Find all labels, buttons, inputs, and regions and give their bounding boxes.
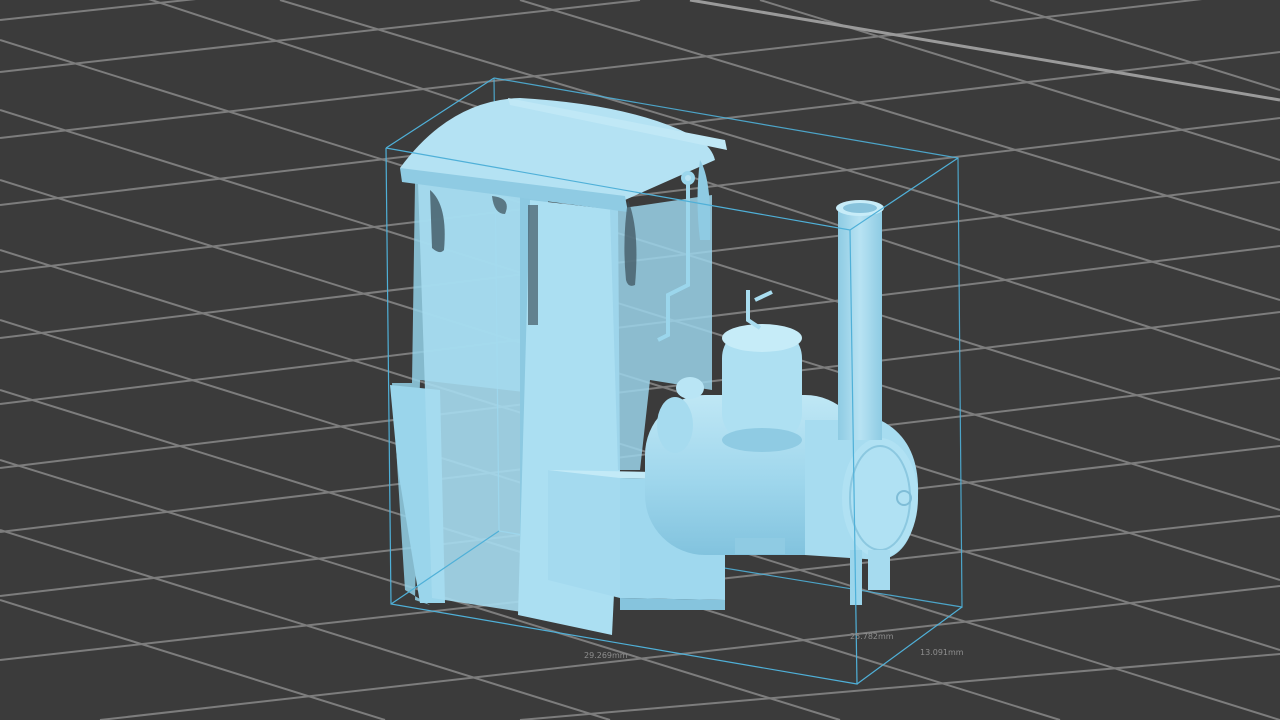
buffer-beam (548, 470, 620, 598)
chimney (838, 208, 882, 440)
dimension-width-label: 29.269mm (584, 651, 628, 660)
locomotive-model[interactable] (390, 98, 919, 635)
dimension-height-label: 13.091mm (920, 648, 964, 657)
3d-viewport[interactable]: 29.269mm 25.782mm 13.091mm (0, 0, 1280, 720)
dimension-depth-label: 25.782mm (850, 632, 894, 641)
